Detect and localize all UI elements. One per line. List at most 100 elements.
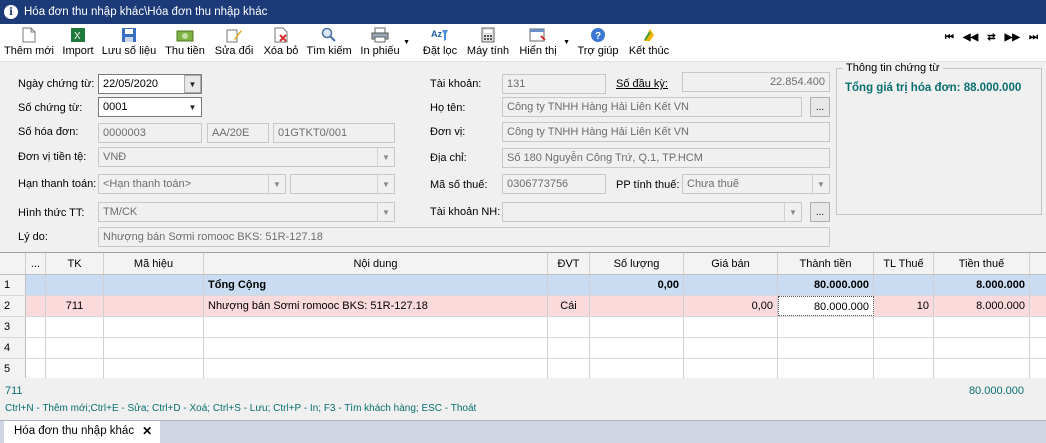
unit-field[interactable]: Công ty TNHH Hàng Hải Liên Kết VN	[502, 122, 830, 142]
invoice-series-field[interactable]: AA/20E	[207, 123, 269, 143]
svg-text:Az: Az	[431, 29, 442, 39]
due-date-secondary-dropdown-icon[interactable]: ▼	[377, 175, 394, 193]
due-date-select[interactable]: <Hạn thanh toán> ▼	[98, 174, 286, 194]
header-account[interactable]: TK	[46, 253, 104, 274]
opening-balance-field[interactable]: 22.854.400	[682, 72, 830, 92]
tab-invoice-other-income[interactable]: Hóa đơn thu nhập khác ✕	[4, 421, 161, 443]
last-icon[interactable]: ⏭	[1029, 32, 1038, 43]
voucher-no-dropdown-icon[interactable]: ▼	[184, 98, 201, 116]
header-unit[interactable]: ĐVT	[548, 253, 590, 274]
table-row[interactable]: 3	[0, 317, 1046, 338]
display-dropdown-icon[interactable]: ▼	[563, 39, 570, 46]
svg-text:X: X	[74, 31, 81, 42]
filter-icon: Az	[431, 26, 449, 43]
header-menu[interactable]: ...	[26, 253, 46, 274]
header-row-number	[0, 253, 26, 274]
table-row-total[interactable]: 1 Tổng Cộng 0,00 80.000.000 8.000.000	[0, 275, 1046, 296]
printer-icon	[371, 26, 389, 43]
address-field[interactable]: Số 180 Nguyễn Công Trứ, Q.1, TP.HCM	[502, 148, 830, 168]
collect-money-button[interactable]: Thu tiền	[165, 26, 205, 60]
filter-button[interactable]: Az Đặt lọc	[421, 26, 459, 60]
tax-method-label: PP tính thuế:	[616, 179, 680, 191]
table-row[interactable]: 5	[0, 359, 1046, 378]
due-date-label: Hạn thanh toán:	[18, 178, 97, 190]
search-button[interactable]: Tìm kiếm	[306, 26, 352, 60]
record-navigation: ⏮ ◀◀ ⇄ ▶▶ ⏭	[945, 32, 1038, 43]
grid-header: ... TK Mã hiệu Nội dung ĐVT Số lượng Giá…	[0, 253, 1046, 275]
date-dropdown-icon[interactable]: ▼	[184, 75, 201, 93]
table-row[interactable]: 2 711 Nhượng bán Sơmi romooc BKS: 51R-12…	[0, 296, 1046, 317]
currency-select[interactable]: VNĐ ▼	[98, 147, 395, 167]
full-name-label: Họ tên:	[430, 102, 466, 114]
due-date-secondary-select[interactable]: ▼	[290, 174, 395, 194]
edit-button[interactable]: Sửa đổi	[214, 26, 254, 60]
voucher-no-field[interactable]: 0001 ▼	[98, 97, 202, 117]
payment-method-dropdown-icon[interactable]: ▼	[377, 203, 394, 221]
header-amount[interactable]: Thành tiền	[778, 253, 874, 274]
close-icon[interactable]: ✕	[142, 425, 152, 443]
new-document-icon	[20, 26, 38, 43]
voucher-form: Ngày chứng từ: 22/05/2020 ▼ Số chứng từ:…	[0, 62, 1046, 252]
date-field[interactable]: 22/05/2020 ▼	[98, 74, 202, 94]
payment-method-select[interactable]: TM/CK ▼	[98, 202, 395, 222]
print-button[interactable]: In phiếu ▼	[360, 26, 410, 60]
print-dropdown-icon[interactable]: ▼	[403, 39, 410, 46]
due-date-dropdown-icon[interactable]: ▼	[268, 175, 285, 193]
window-title-bar: i Hóa đơn thu nhập khác\Hóa đơn thu nhập…	[0, 0, 1046, 24]
bank-account-label: Tài khoản NH:	[430, 206, 501, 218]
delete-button[interactable]: Xóa bỏ	[262, 26, 300, 60]
save-button[interactable]: Lưu số liệu	[102, 26, 156, 60]
header-tax-amount[interactable]: Tiền thuế	[934, 253, 1030, 274]
display-button[interactable]: Hiển thị ▼	[518, 26, 570, 60]
money-icon	[176, 26, 194, 43]
date-label: Ngày chứng từ:	[18, 78, 95, 90]
exit-icon	[640, 26, 658, 43]
import-button[interactable]: X Import	[62, 26, 94, 60]
active-amount-cell[interactable]: 80.000.000	[778, 296, 874, 316]
next-icon[interactable]: ▶▶	[1005, 32, 1020, 43]
opening-balance-label[interactable]: Số đầu kỳ:	[616, 78, 668, 90]
status-area: 711 80.000.000 Ctrl+N - Thêm mới;Ctrl+E …	[0, 378, 1046, 420]
help-icon: ?	[589, 26, 607, 43]
invoice-lines-grid[interactable]: ... TK Mã hiệu Nội dung ĐVT Số lượng Giá…	[0, 252, 1046, 378]
header-quantity[interactable]: Số lượng	[590, 253, 684, 274]
voucher-info-box: Thông tin chứng từ Tổng giá trị hóa đơn:…	[836, 62, 1042, 215]
currency-dropdown-icon[interactable]: ▼	[377, 148, 394, 166]
bank-account-dropdown-icon[interactable]: ▼	[784, 203, 801, 221]
tax-code-label: Mã số thuế:	[430, 179, 488, 191]
new-button[interactable]: Thêm mới	[4, 26, 54, 60]
currency-label: Đơn vị tiền tệ:	[18, 151, 87, 163]
calculator-button[interactable]: Máy tính	[466, 26, 510, 60]
header-description[interactable]: Nội dung	[204, 253, 548, 274]
reason-field[interactable]: Nhượng bán Sơmi romooc BKS: 51R-127.18	[98, 227, 830, 247]
tax-method-dropdown-icon[interactable]: ▼	[812, 175, 829, 193]
bank-account-lookup-button[interactable]: ...	[810, 202, 830, 222]
search-icon	[320, 26, 338, 43]
first-icon[interactable]: ⏮	[945, 32, 954, 43]
header-tax-rate[interactable]: TL Thuế	[874, 253, 934, 274]
window-title: Hóa đơn thu nhập khác\Hóa đơn thu nhập k…	[24, 6, 268, 18]
address-label: Địa chỉ:	[430, 152, 467, 164]
tax-code-field[interactable]: 0306773756	[502, 174, 606, 194]
full-name-field[interactable]: Công ty TNHH Hàng Hải Liên Kết VN	[502, 97, 802, 117]
document-tab-bar: Hóa đơn thu nhập khác ✕	[0, 420, 1046, 443]
refresh-icon[interactable]: ⇄	[987, 32, 995, 43]
svg-text:?: ?	[595, 31, 601, 42]
account-field[interactable]: 131	[502, 74, 606, 94]
prev-icon[interactable]: ◀◀	[963, 32, 978, 43]
invoice-no-field[interactable]: 0000003	[98, 123, 202, 143]
current-amount: 80.000.000	[968, 385, 1024, 397]
save-icon	[120, 26, 138, 43]
help-button[interactable]: ? Trợ giúp	[577, 26, 619, 60]
voucher-no-label: Số chứng từ:	[18, 102, 83, 114]
bank-account-select[interactable]: ▼	[502, 202, 802, 222]
exit-button[interactable]: Kết thúc	[627, 26, 671, 60]
voucher-info-legend: Thông tin chứng từ	[843, 62, 943, 74]
unit-label: Đơn vị:	[430, 126, 466, 138]
tax-method-select[interactable]: Chưa thuế ▼	[682, 174, 830, 194]
table-row[interactable]: 4	[0, 338, 1046, 359]
customer-lookup-button[interactable]: ...	[810, 97, 830, 117]
header-price[interactable]: Giá bán	[684, 253, 778, 274]
header-code[interactable]: Mã hiệu	[104, 253, 204, 274]
invoice-template-field[interactable]: 01GTKT0/001	[273, 123, 395, 143]
